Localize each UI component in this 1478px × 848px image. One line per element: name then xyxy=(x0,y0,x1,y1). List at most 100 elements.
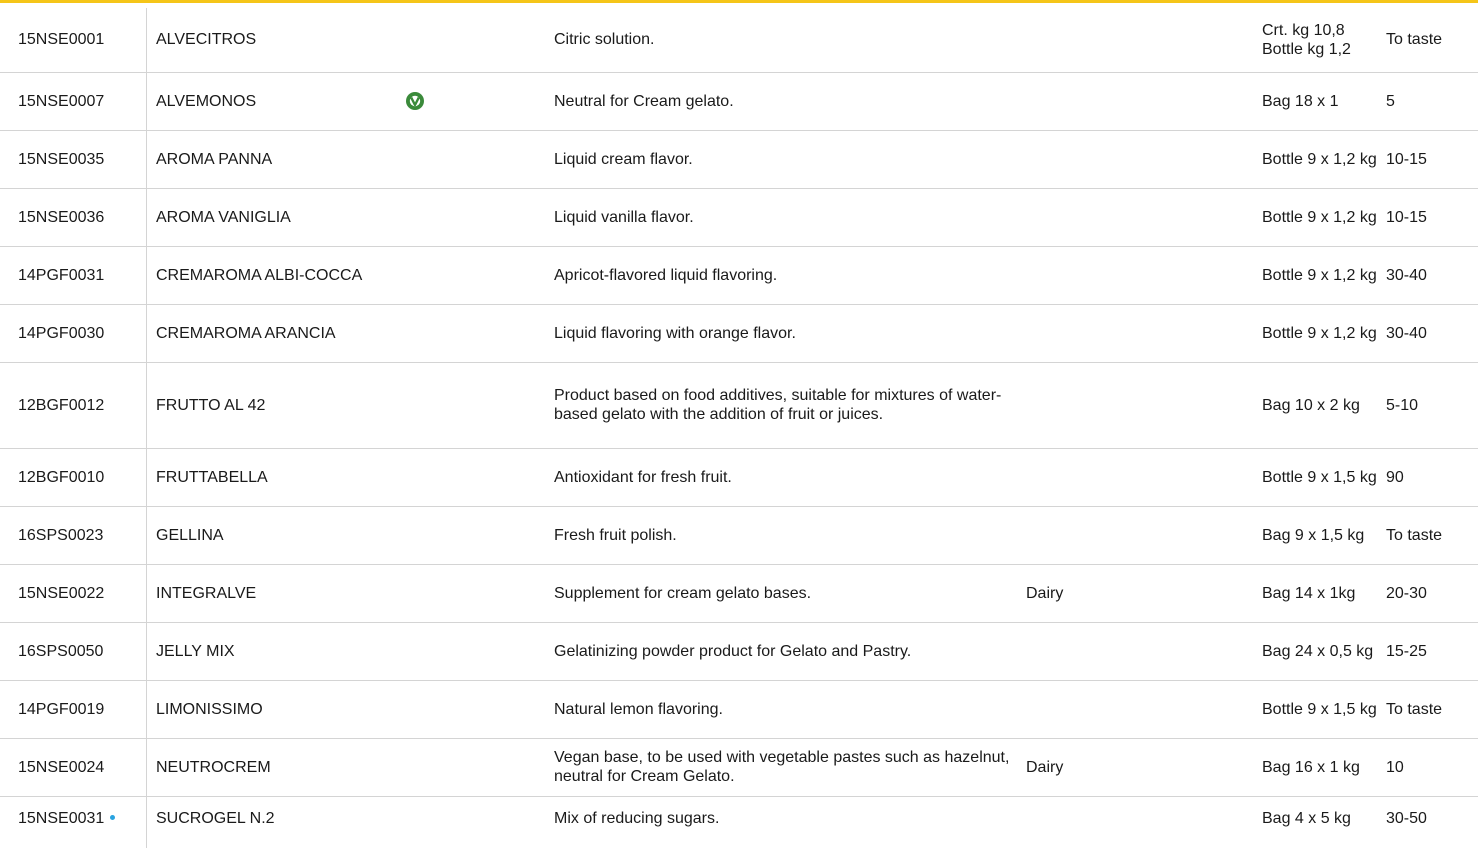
vegan-icon xyxy=(405,91,425,111)
table-row: 14PGF0030 CREMAROMA ARANCIA Liquid flavo… xyxy=(0,304,1478,363)
product-icon-cell xyxy=(412,680,554,739)
product-name: GELLINA xyxy=(146,506,412,565)
product-dosage: 5-10 xyxy=(1386,362,1478,449)
top-accent-line xyxy=(0,0,1478,3)
product-icon-cell xyxy=(412,738,554,797)
product-allergen xyxy=(1026,72,1262,131)
product-icon-cell xyxy=(412,304,554,363)
product-code-text: 16SPS0023 xyxy=(18,526,104,544)
product-packaging: Bag 18 x 1 xyxy=(1262,72,1386,131)
table-row: 16SPS0023 GELLINA Fresh fruit polish. Ba… xyxy=(0,506,1478,565)
product-allergen xyxy=(1026,188,1262,247)
product-icon-cell xyxy=(412,362,554,449)
product-icon-cell xyxy=(412,448,554,507)
product-description: Natural lemon flavoring. xyxy=(554,680,1026,739)
product-packaging: Bottle 9 x 1,5 kg xyxy=(1262,448,1386,507)
product-description: Apricot-flavored liquid flavoring. xyxy=(554,246,1026,305)
product-code: 15NSE0036 xyxy=(0,188,146,247)
product-allergen xyxy=(1026,8,1262,73)
product-code: 14PGF0019 xyxy=(0,680,146,739)
product-description: Neutral for Cream gelato. xyxy=(554,72,1026,131)
product-name: ALVEMONOS xyxy=(146,72,412,131)
product-allergen xyxy=(1026,448,1262,507)
product-code-text: 15NSE0007 xyxy=(18,92,105,110)
product-name: JELLY MIX xyxy=(146,622,412,681)
product-allergen xyxy=(1026,796,1262,840)
product-rows: 15NSE0001 ALVECITROS Citric solution. Cr… xyxy=(0,8,1478,840)
product-icon-cell xyxy=(412,130,554,189)
product-name: CREMAROMA ARANCIA xyxy=(146,304,412,363)
product-packaging: Bottle 9 x 1,2 kg xyxy=(1262,130,1386,189)
product-allergen xyxy=(1026,506,1262,565)
product-description: Mix of reducing sugars. xyxy=(554,809,720,827)
product-description: Fresh fruit polish. xyxy=(554,506,1026,565)
product-code-text: 15NSE0022 xyxy=(18,584,105,602)
table-row: 15NSE0024 NEUTROCREM Vegan base, to be u… xyxy=(0,738,1478,797)
product-allergen xyxy=(1026,304,1262,363)
product-name: AROMA VANIGLIA xyxy=(146,188,412,247)
product-name: SUCROGEL N.2 xyxy=(156,809,275,827)
product-name: LIMONISSIMO xyxy=(146,680,412,739)
product-description: Antioxidant for fresh fruit. xyxy=(554,448,1026,507)
product-name: AROMA PANNA xyxy=(146,130,412,189)
table-row: 12BGF0012 FRUTTO AL 42 Product based on … xyxy=(0,362,1478,449)
product-dosage: 30-40 xyxy=(1386,304,1478,363)
product-code: 15NSE0035 xyxy=(0,130,146,189)
product-description: Liquid cream flavor. xyxy=(554,130,1026,189)
table-row: 16SPS0050 JELLY MIX Gelatinizing powder … xyxy=(0,622,1478,681)
product-packaging: Bag 16 x 1 kg xyxy=(1262,738,1386,797)
product-packaging: Bag 24 x 0,5 kg xyxy=(1262,622,1386,681)
column-divider xyxy=(146,8,147,848)
product-name: ALVECITROS xyxy=(146,8,412,73)
product-icon-cell xyxy=(412,188,554,247)
product-dosage: 20-30 xyxy=(1386,564,1478,623)
product-code-text: 16SPS0050 xyxy=(18,642,104,660)
product-packaging: Bag 4 x 5 kg xyxy=(1262,809,1351,827)
product-icon-cell xyxy=(412,8,554,73)
product-packaging: Crt. kg 10,8 Bottle kg 1,2 xyxy=(1262,8,1386,73)
product-dosage: To taste xyxy=(1386,8,1478,73)
product-code: 15NSE0007 xyxy=(0,72,146,131)
product-dosage: 90 xyxy=(1386,448,1478,507)
product-packaging: Bottle 9 x 1,2 kg xyxy=(1262,188,1386,247)
table-row: 14PGF0019 LIMONISSIMO Natural lemon flav… xyxy=(0,680,1478,739)
product-packaging: Bottle 9 x 1,5 kg xyxy=(1262,680,1386,739)
product-packaging: Bag 9 x 1,5 kg xyxy=(1262,506,1386,565)
product-description: Vegan base, to be used with vegetable pa… xyxy=(554,738,1026,797)
product-allergen xyxy=(1026,622,1262,681)
product-code: 15NSE0001 xyxy=(0,8,146,73)
product-dosage: 5 xyxy=(1386,72,1478,131)
table-row: 15NSE0007 ALVEMONOS Neutral for Cream ge… xyxy=(0,72,1478,131)
product-allergen xyxy=(1026,246,1262,305)
product-allergen: Dairy xyxy=(1026,738,1262,797)
product-name: CREMAROMA ALBI-COCCA xyxy=(146,246,412,305)
table-row: 15NSE0036 AROMA VANIGLIA Liquid vanilla … xyxy=(0,188,1478,247)
product-packaging: Bottle 9 x 1,2 kg xyxy=(1262,304,1386,363)
table-row: 12BGF0010 FRUTTABELLA Antioxidant for fr… xyxy=(0,448,1478,507)
product-description: Citric solution. xyxy=(554,8,1026,73)
table-row: 15NSE0022 INTEGRALVE Supplement for crea… xyxy=(0,564,1478,623)
product-dosage: 30-40 xyxy=(1386,246,1478,305)
product-name: FRUTTO AL 42 xyxy=(146,362,412,449)
product-packaging: Bag 14 x 1kg xyxy=(1262,564,1386,623)
product-icon-cell xyxy=(412,796,554,840)
product-name: INTEGRALVE xyxy=(146,564,412,623)
product-packaging: Bottle 9 x 1,2 kg xyxy=(1262,246,1386,305)
product-code-text: 14PGF0030 xyxy=(18,324,105,342)
product-table: 15NSE0001 ALVECITROS Citric solution. Cr… xyxy=(0,8,1478,840)
product-code: 16SPS0050 xyxy=(0,622,146,681)
product-name: NEUTROCREM xyxy=(146,738,412,797)
product-dosage: 10 xyxy=(1386,738,1478,797)
product-dosage: 10-15 xyxy=(1386,188,1478,247)
product-code-text: 15NSE0031 xyxy=(18,809,105,827)
product-code: 14PGF0031 xyxy=(0,246,146,305)
product-code-text: 15NSE0001 xyxy=(18,31,105,49)
product-description: Product based on food additives, suitabl… xyxy=(554,362,1026,449)
product-allergen xyxy=(1026,362,1262,449)
product-icon-cell xyxy=(406,72,554,131)
product-description: Liquid flavoring with orange flavor. xyxy=(554,304,1026,363)
product-code: 15NSE0031 xyxy=(0,796,146,840)
product-description: Supplement for cream gelato bases. xyxy=(554,564,1026,623)
blue-dot-icon xyxy=(110,815,116,821)
product-icon-cell xyxy=(412,246,554,305)
